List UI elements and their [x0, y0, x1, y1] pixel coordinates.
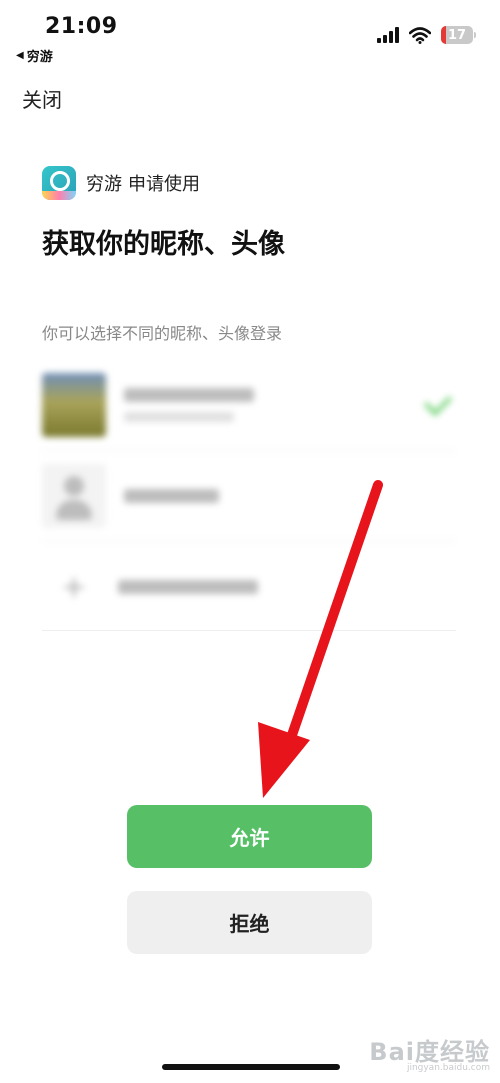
battery-level: 17: [447, 27, 467, 43]
request-text: 申请使用: [128, 174, 200, 195]
profile-option-add-new[interactable]: +: [42, 541, 456, 632]
watermark-url: jingyan.baidu.com: [406, 1063, 490, 1073]
person-icon: [42, 464, 106, 528]
app-name: 穷游: [86, 174, 122, 195]
app-logo-icon: [42, 166, 76, 200]
cellular-signal-icon: [377, 27, 399, 43]
app-request-row: 穷游 申请使用: [42, 166, 200, 200]
divider: [42, 630, 456, 631]
avatar: [42, 373, 106, 437]
allow-button[interactable]: 允许: [127, 805, 372, 868]
page-title: 获取你的昵称、头像: [42, 229, 285, 260]
status-time: 21:09: [45, 14, 118, 39]
back-app-label: 穷游: [26, 50, 53, 65]
plus-icon: +: [61, 569, 87, 605]
close-button[interactable]: 关闭: [22, 84, 62, 113]
watermark-logo: Bai度经验 jingyan.baidu.com: [369, 1032, 490, 1073]
watermark-brand: Bai度经验: [369, 1038, 490, 1066]
battery-icon: 17: [441, 26, 473, 44]
deny-button[interactable]: 拒绝: [127, 891, 372, 954]
profile-option-default[interactable]: [42, 450, 456, 541]
profile-options-list: +: [42, 360, 456, 632]
status-indicators: 17: [377, 26, 476, 44]
profile-option-photo[interactable]: [42, 360, 456, 450]
hint-text: 你可以选择不同的昵称、头像登录: [42, 324, 283, 343]
check-icon: [423, 387, 453, 417]
back-to-app-link[interactable]: ◀ 穷游: [16, 46, 53, 65]
wifi-icon: [409, 26, 431, 44]
home-indicator[interactable]: [162, 1064, 340, 1070]
back-triangle-icon: ◀: [16, 50, 24, 61]
